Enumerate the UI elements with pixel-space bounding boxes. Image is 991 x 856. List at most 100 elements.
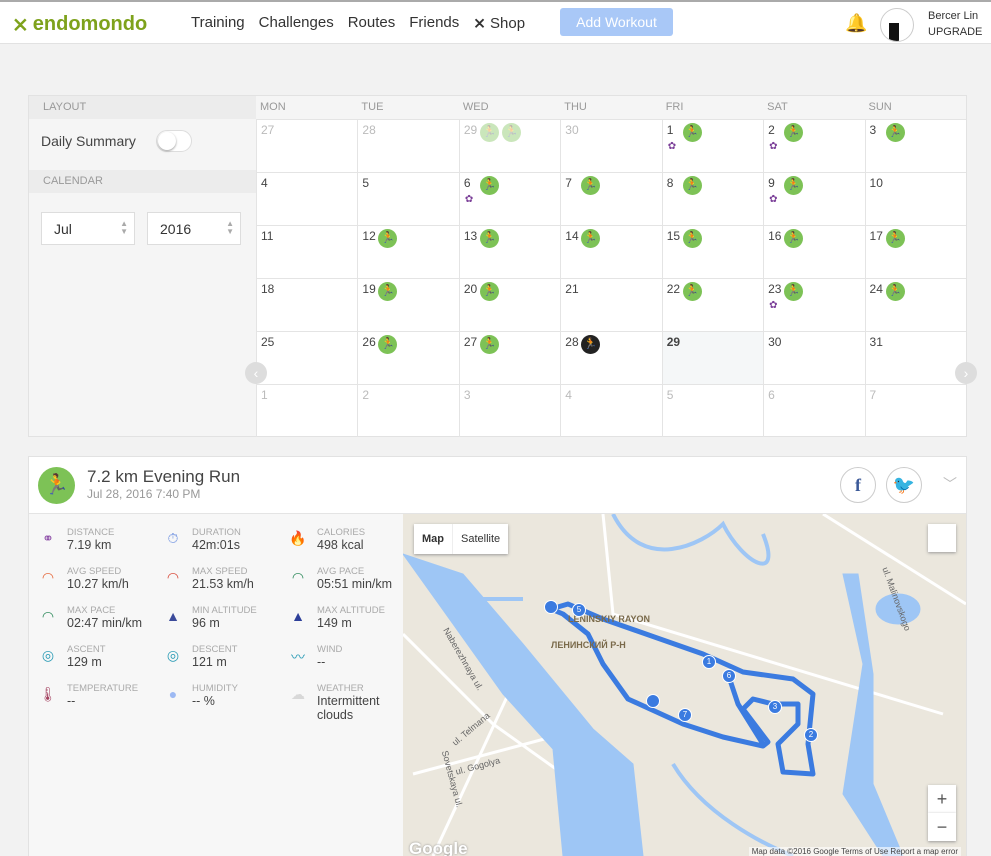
workout-icon[interactable]: 🏃 <box>378 229 398 248</box>
calendar-day[interactable]: 31 <box>864 332 966 384</box>
workout-icon[interactable]: 🏃 <box>378 282 398 301</box>
fullscreen-icon[interactable] <box>928 524 956 552</box>
nav-friends[interactable]: Friends <box>409 14 459 32</box>
calendar-day[interactable]: 7 <box>864 385 966 437</box>
workout-icon[interactable]: 🏃 <box>682 176 702 195</box>
calendar-day[interactable]: 1 <box>256 385 357 437</box>
calendar-day[interactable]: 16 🏃 <box>763 226 864 278</box>
calendar-day[interactable]: 22 🏃 <box>661 279 763 331</box>
calendar-day[interactable]: 6 🏃 ✿ <box>458 173 560 225</box>
calendar-day[interactable]: 28 <box>357 120 458 172</box>
calendar-day[interactable]: 29 🏃 🏃 <box>458 120 560 172</box>
activity-title[interactable]: 7.2 km Evening Run <box>87 467 240 487</box>
workout-icon[interactable]: 🏃 <box>479 229 499 248</box>
avatar[interactable] <box>880 8 914 42</box>
stat-label: AVG PACE <box>317 566 365 577</box>
calendar-day[interactable]: 12 🏃 <box>357 226 458 278</box>
calendar-day[interactable]: 8 🏃 <box>661 173 763 225</box>
workout-icon[interactable]: 🏃 <box>682 229 702 248</box>
workout-icon[interactable]: 🏃 <box>581 335 601 354</box>
calendar-day[interactable]: 13 🏃 <box>458 226 560 278</box>
calendar-day[interactable]: 11 <box>256 226 357 278</box>
nav-shop[interactable]: ⨯ Shop <box>473 14 525 32</box>
calendar-day[interactable]: 15 🏃 <box>661 226 763 278</box>
calendar-day[interactable]: 17 🏃 <box>864 226 966 278</box>
workout-icon[interactable]: 🏃 <box>784 229 804 248</box>
workout-icon[interactable]: 🏃 <box>682 282 702 301</box>
twitter-share-button[interactable]: 🐦 <box>886 467 922 503</box>
calendar-day[interactable]: 30 <box>763 332 864 384</box>
calendar-day[interactable]: 4 <box>560 385 661 437</box>
workout-icon[interactable]: 🏃 <box>479 335 499 354</box>
daily-summary-toggle[interactable] <box>156 130 192 152</box>
calendar-day[interactable]: 2 🏃 ✿ <box>763 120 864 172</box>
workout-icon[interactable]: 🏃 <box>885 229 905 248</box>
brand-logo[interactable]: ⨯ endomondo <box>12 12 147 37</box>
route-marker[interactable]: 2 <box>804 728 818 742</box>
workout-icon[interactable]: 🏃 <box>479 282 499 301</box>
calendar-day[interactable]: 1 🏃 ✿ <box>661 120 763 172</box>
route-marker[interactable]: 7 <box>678 708 692 722</box>
chevron-down-icon[interactable]: ﹀ <box>943 474 957 494</box>
workout-icon[interactable]: 🏃 <box>581 229 601 248</box>
upgrade-link[interactable]: UPGRADE <box>928 24 982 40</box>
calendar-day[interactable]: 28 🏃 <box>560 332 661 384</box>
route-marker[interactable]: 5 <box>572 603 586 617</box>
workout-icon[interactable]: 🏃 <box>885 282 905 301</box>
satellite-tab[interactable]: Satellite <box>453 524 508 554</box>
calendar-day[interactable]: 10 <box>864 173 966 225</box>
workout-icon[interactable]: 🏃 <box>784 123 804 142</box>
workout-icon[interactable]: 🏃 <box>479 176 499 195</box>
calendar-day[interactable]: 7 🏃 <box>560 173 661 225</box>
workout-icon[interactable]: 🏃 <box>784 176 804 195</box>
workout-icon[interactable]: 🏃 <box>682 123 702 142</box>
pin-icon[interactable] <box>646 694 660 708</box>
workout-icon[interactable]: 🏃 <box>885 123 905 142</box>
add-workout-button[interactable]: Add Workout <box>560 8 673 36</box>
calendar-day[interactable]: 14 🏃 <box>560 226 661 278</box>
calendar-day[interactable]: 9 🏃 ✿ <box>763 173 864 225</box>
route-map[interactable]: LENINSKIY RAYON ЛЕНИНСКИЙ Р-Н Naberezhna… <box>403 514 966 856</box>
calendar-day[interactable]: 24 🏃 <box>864 279 966 331</box>
calendar-day[interactable]: 5 <box>357 173 458 225</box>
nav-challenges[interactable]: Challenges <box>259 14 334 32</box>
map-tab[interactable]: Map <box>414 524 453 554</box>
calendar-day[interactable]: 5 <box>661 385 763 437</box>
workout-icon[interactable]: 🏃 <box>501 123 521 142</box>
calendar-day[interactable]: 20 🏃 <box>458 279 560 331</box>
zoom-out-button[interactable]: − <box>928 813 956 841</box>
calendar-day[interactable]: 29 <box>661 332 764 384</box>
year-select[interactable]: 2016 ▲ ▼ <box>147 212 241 245</box>
calendar-day[interactable]: 3 <box>458 385 560 437</box>
nav-training[interactable]: Training <box>191 14 245 32</box>
workout-icon[interactable]: 🏃 <box>784 282 804 301</box>
calendar-day[interactable]: 27 🏃 <box>458 332 560 384</box>
workout-icon[interactable]: 🏃 <box>581 176 601 195</box>
calendar-day[interactable]: 30 <box>560 120 661 172</box>
calendar-day[interactable]: 3 🏃 <box>864 120 966 172</box>
calendar-day[interactable]: 2 <box>357 385 458 437</box>
route-marker[interactable]: 3 <box>768 700 782 714</box>
calendar-day[interactable]: 25 <box>256 332 357 384</box>
workout-icon[interactable]: 🏃 <box>479 123 499 142</box>
calendar-day[interactable]: 19 🏃 <box>357 279 458 331</box>
facebook-share-button[interactable]: f <box>840 467 876 503</box>
calendar-day[interactable]: 4 <box>256 173 357 225</box>
route-marker[interactable]: 6 <box>722 669 736 683</box>
calendar-day[interactable]: 27 <box>256 120 357 172</box>
next-month-button[interactable]: › <box>955 362 977 384</box>
user-menu[interactable]: Bercer Lin UPGRADE <box>928 8 982 40</box>
calendar-day[interactable]: 18 <box>256 279 357 331</box>
month-select[interactable]: Jul ▲ ▼ <box>41 212 135 245</box>
bell-icon[interactable]: 🔔 <box>845 13 867 34</box>
route-marker[interactable]: 1 <box>702 655 716 669</box>
pin-icon[interactable] <box>544 600 558 614</box>
nav-routes[interactable]: Routes <box>348 14 396 32</box>
calendar-day[interactable]: 21 <box>560 279 661 331</box>
zoom-in-button[interactable]: + <box>928 785 956 813</box>
workout-icon[interactable]: 🏃 <box>378 335 398 354</box>
calendar-day[interactable]: 6 <box>763 385 864 437</box>
calendar-day[interactable]: 23 🏃 ✿ <box>763 279 864 331</box>
calendar-day[interactable]: 26 🏃 <box>357 332 458 384</box>
prev-month-button[interactable]: ‹ <box>245 362 267 384</box>
